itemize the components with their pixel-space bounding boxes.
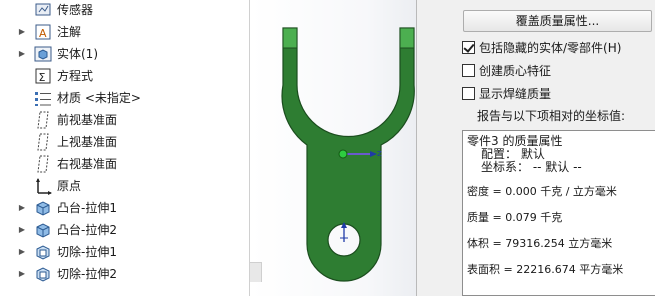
right-arm-face bbox=[399, 27, 415, 49]
tree-item-origin[interactable]: 原点 bbox=[0, 175, 249, 197]
results-volume: 体积 = 79316.254 立方毫米 bbox=[467, 237, 613, 250]
sensor-icon bbox=[34, 1, 52, 19]
origin-icon bbox=[34, 177, 52, 195]
svg-text:A: A bbox=[39, 27, 47, 40]
tree-item-top-plane[interactable]: 上视基准面 bbox=[0, 131, 249, 153]
tree-item-label: 切除-拉伸1 bbox=[57, 245, 117, 259]
tree-item-label: 传感器 bbox=[57, 3, 94, 17]
tree-item-label: 切除-拉伸2 bbox=[57, 267, 117, 281]
equations-icon: Σ bbox=[34, 67, 52, 85]
tree-item-boss-extrude-1[interactable]: ▶ 凸台-拉伸1 bbox=[0, 197, 249, 219]
tree-item-solid-bodies[interactable]: ▶ 实体(1) bbox=[0, 43, 249, 65]
mass-properties-panel: 覆盖质量属性... 包括隐藏的实体/零部件(H) 创建质心特征 显示焊缝质量 报… bbox=[416, 0, 655, 296]
center-mark-icon bbox=[340, 222, 348, 242]
expand-arrow-icon[interactable]: ▶ bbox=[17, 26, 27, 38]
tree-item-material[interactable]: 材质 <未指定> bbox=[0, 87, 249, 109]
tree-item-label: 方程式 bbox=[57, 69, 94, 83]
tree-item-boss-extrude-2[interactable]: ▶ 凸台-拉伸2 bbox=[0, 219, 249, 241]
boss-extrude-icon bbox=[34, 199, 52, 217]
tree-item-label: 右视基准面 bbox=[57, 157, 118, 171]
expand-arrow-icon[interactable]: ▶ bbox=[17, 202, 27, 214]
show-weld-checkbox[interactable] bbox=[462, 86, 475, 100]
results-coordinate-system: 坐标系： -- 默认 -- bbox=[481, 160, 582, 174]
tree-item-label: 实体(1) bbox=[57, 47, 98, 61]
viewport-scroll-corner bbox=[250, 262, 262, 282]
tree-item-front-plane[interactable]: 前视基准面 bbox=[0, 109, 249, 131]
create-center-of-mass-option[interactable]: 创建质心特征 bbox=[462, 61, 551, 79]
tree-item-right-plane[interactable]: 右视基准面 bbox=[0, 153, 249, 175]
left-arm-face bbox=[282, 27, 298, 49]
tree-item-equations[interactable]: Σ 方程式 bbox=[0, 65, 249, 87]
expand-arrow-icon[interactable]: ▶ bbox=[17, 224, 27, 236]
include-hidden-checkbox[interactable] bbox=[462, 40, 475, 54]
tree-item-sensors[interactable]: 传感器 bbox=[0, 0, 249, 21]
tree-item-label: 凸台-拉伸1 bbox=[57, 201, 117, 215]
triad-axis-label: Z bbox=[377, 150, 382, 158]
results-surface-area: 表面积 = 22216.674 平方毫米 bbox=[467, 263, 624, 276]
tree-item-annotations[interactable]: ▶ A 注解 bbox=[0, 21, 249, 43]
tree-item-cut-extrude-2[interactable]: ▶ 切除-拉伸2 bbox=[0, 263, 249, 285]
results-config: 配置： 默认 bbox=[481, 147, 545, 161]
material-icon bbox=[34, 89, 52, 107]
create-com-checkbox[interactable] bbox=[462, 63, 475, 77]
mass-properties-results[interactable]: 零件3 的质量属性 配置： 默认 坐标系： -- 默认 -- 密度 = 0.00… bbox=[462, 130, 655, 296]
boss-extrude-icon bbox=[34, 221, 52, 239]
tree-item-label: 材质 <未指定> bbox=[57, 91, 141, 105]
tree-item-label: 前视基准面 bbox=[57, 113, 118, 127]
plane-icon bbox=[34, 155, 52, 173]
feature-manager-tree: 传感器 ▶ A 注解 ▶ 实体(1) Σ 方程式 材质 <未指定> 前视基准面 bbox=[0, 0, 250, 296]
svg-text:Σ: Σ bbox=[39, 71, 46, 84]
cut-extrude-icon bbox=[34, 243, 52, 261]
show-weld-label: 显示焊缝质量 bbox=[479, 86, 552, 101]
tree-item-label: 上视基准面 bbox=[57, 135, 118, 149]
expand-arrow-icon[interactable]: ▶ bbox=[17, 268, 27, 280]
expand-arrow-icon[interactable]: ▶ bbox=[17, 48, 27, 60]
cut-extrude-icon bbox=[34, 265, 52, 283]
part-model: Z bbox=[281, 27, 415, 282]
expand-arrow-icon[interactable]: ▶ bbox=[17, 246, 27, 258]
tree-item-cut-extrude-1[interactable]: ▶ 切除-拉伸1 bbox=[0, 241, 249, 263]
tree-item-label: 凸台-拉伸2 bbox=[57, 223, 117, 237]
plane-icon bbox=[34, 111, 52, 129]
tree-item-label: 注解 bbox=[57, 25, 82, 39]
override-mass-properties-button[interactable]: 覆盖质量属性... bbox=[463, 10, 652, 32]
include-hidden-label: 包括隐藏的实体/零部件(H) bbox=[479, 40, 622, 55]
graphics-viewport[interactable]: Z bbox=[251, 0, 416, 296]
plane-icon bbox=[34, 133, 52, 151]
tree-item-label: 原点 bbox=[57, 179, 82, 193]
solid-bodies-icon bbox=[34, 45, 52, 63]
include-hidden-bodies-option[interactable]: 包括隐藏的实体/零部件(H) bbox=[462, 38, 621, 56]
create-com-label: 创建质心特征 bbox=[479, 63, 552, 78]
results-density: 密度 = 0.000 千克 / 立方毫米 bbox=[467, 185, 617, 198]
annotation-icon: A bbox=[34, 23, 52, 41]
show-weld-mass-option[interactable]: 显示焊缝质量 bbox=[462, 84, 551, 102]
results-title: 零件3 的质量属性 bbox=[467, 134, 563, 148]
results-mass: 质量 = 0.079 千克 bbox=[467, 211, 563, 224]
coordinate-report-label: 报告与以下项相对的坐标值: bbox=[477, 109, 626, 123]
